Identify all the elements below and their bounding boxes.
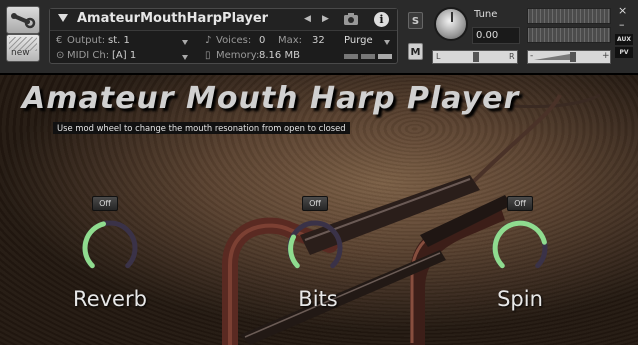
memory-icon: ▯ [205, 50, 211, 61]
pv-button[interactable]: PV [615, 47, 633, 58]
max-voices-value[interactable]: 32 [312, 35, 325, 46]
volume-slider[interactable]: - + [527, 50, 611, 64]
previous-instrument-icon[interactable]: ◀ [304, 14, 311, 24]
output-icon: € [56, 35, 63, 46]
output-label: Output: [67, 35, 106, 46]
instrument-header: new AmateurMouthHarpPlayer ◀ ▶ i € Outpu… [0, 0, 638, 74]
max-label: Max: [278, 35, 303, 46]
instrument-body: Amateur Mouth Harp Player Use mod wheel … [0, 75, 638, 345]
instrument-name[interactable]: AmateurMouthHarpPlayer [77, 11, 268, 26]
instrument-title: Amateur Mouth Harp Player [22, 81, 520, 116]
midi-channel-value[interactable]: [A] 1 [112, 50, 136, 61]
new-label: new [11, 48, 30, 58]
output-value[interactable]: st. 1 [108, 35, 130, 46]
close-button[interactable]: × [618, 4, 627, 17]
knob-track [287, 220, 343, 269]
wrench-icon [11, 13, 36, 29]
info-icon[interactable]: i [374, 12, 389, 27]
volume-plus-label: + [602, 51, 610, 61]
new-instrument-button[interactable]: new [6, 34, 40, 62]
memory-value: 8.16 MB [259, 50, 300, 61]
pan-slider[interactable]: L R [432, 50, 518, 64]
reverb-knob[interactable] [80, 218, 140, 278]
midi-dropdown-icon[interactable] [182, 55, 188, 60]
purge-indicator [361, 54, 375, 59]
voices-icon: ♪ [205, 35, 212, 46]
instrument-panel: AmateurMouthHarpPlayer ◀ ▶ i € Output: s… [49, 8, 398, 64]
pan-right-label: R [509, 52, 515, 61]
pan-slider-thumb[interactable] [473, 52, 479, 62]
midi-icon: ⊙ [56, 50, 65, 61]
midi-label: MIDI Ch: [67, 50, 110, 61]
minimize-button[interactable]: – [619, 18, 625, 31]
wrench-button[interactable] [6, 6, 40, 34]
purge-indicator [378, 54, 392, 59]
memory-label: Memory: [216, 50, 260, 61]
volume-minus-label: - [530, 51, 534, 61]
bits-knob[interactable] [285, 218, 345, 278]
output-dropdown-icon[interactable] [182, 40, 188, 45]
knob-value-arc [288, 234, 300, 269]
voices-value: 0 [259, 35, 266, 46]
spin-knob[interactable] [490, 218, 550, 278]
spin-label: Spin [497, 287, 543, 311]
knob-value-arc [82, 221, 106, 269]
purge-dropdown[interactable]: Purge [344, 35, 373, 46]
solo-button[interactable]: S [408, 12, 423, 29]
usage-hint: Use mod wheel to change the mouth resona… [53, 122, 350, 134]
camera-icon[interactable] [343, 12, 359, 26]
knob-value-arc [492, 220, 547, 269]
reverb-label: Reverb [73, 287, 147, 311]
instrument-title-row: AmateurMouthHarpPlayer ◀ ▶ i [50, 9, 397, 31]
voices-label: Voices: [216, 35, 252, 46]
tune-value: 0.00 [476, 30, 499, 41]
tune-knob[interactable] [434, 7, 468, 41]
bits-label: Bits [298, 287, 338, 311]
purge-indicator [344, 54, 358, 59]
level-meter-right [527, 27, 611, 43]
reverb-toggle-button[interactable]: Off [92, 196, 118, 211]
volume-ramp [534, 54, 570, 60]
aux-button[interactable]: AUX [615, 34, 633, 45]
tune-value-field[interactable]: 0.00 [472, 27, 520, 44]
pan-left-label: L [436, 52, 441, 61]
purge-dropdown-icon[interactable] [384, 40, 390, 45]
collapse-arrow-icon[interactable] [58, 14, 68, 22]
next-instrument-icon[interactable]: ▶ [322, 14, 329, 24]
level-meter-left [527, 8, 611, 24]
volume-slider-thumb[interactable] [570, 52, 576, 62]
spin-toggle-button[interactable]: Off [507, 196, 533, 211]
bits-toggle-button[interactable]: Off [302, 196, 328, 211]
tune-label: Tune [474, 9, 498, 20]
mute-button[interactable]: M [408, 43, 423, 60]
